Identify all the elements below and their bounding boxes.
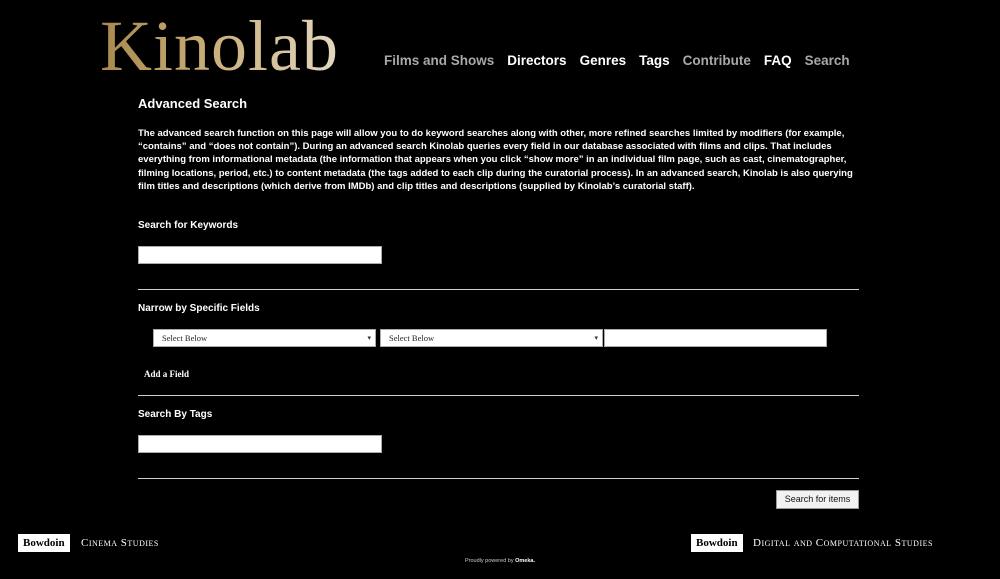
nav-tags[interactable]: Tags bbox=[639, 53, 670, 68]
nav-search[interactable]: Search bbox=[805, 53, 850, 68]
operator-select-value: Select Below bbox=[389, 333, 435, 343]
narrow-fields-label: Narrow by Specific Fields bbox=[138, 303, 260, 314]
bowdoin-logo-right[interactable]: Bowdoin bbox=[691, 534, 743, 552]
nav-genres[interactable]: Genres bbox=[580, 53, 627, 68]
field-value-input[interactable] bbox=[604, 329, 827, 347]
nav-contribute[interactable]: Contribute bbox=[683, 53, 751, 68]
field-select-value: Select Below bbox=[162, 333, 208, 343]
page-title: Advanced Search bbox=[138, 96, 248, 111]
powered-by-text: Proudly powered by bbox=[464, 558, 514, 564]
site-logo[interactable]: Kinolab bbox=[100, 8, 339, 84]
tags-label: Search By Tags bbox=[138, 409, 213, 420]
tags-input[interactable] bbox=[138, 435, 382, 453]
search-items-button[interactable]: Search for items bbox=[776, 490, 859, 509]
dcs-link[interactable]: Digital and Computational Studies bbox=[753, 537, 933, 549]
nav-directors[interactable]: Directors bbox=[507, 53, 566, 68]
divider bbox=[138, 478, 859, 479]
keywords-label: Search for Keywords bbox=[138, 220, 239, 231]
divider bbox=[138, 289, 859, 290]
chevron-down-icon: ▾ bbox=[594, 334, 598, 342]
nav-films-and-shows[interactable]: Films and Shows bbox=[384, 53, 494, 68]
add-field-button[interactable]: Add a Field bbox=[144, 369, 189, 379]
cinema-studies-link[interactable]: Cinema Studies bbox=[81, 537, 159, 549]
main-nav: Films and Shows Directors Genres Tags Co… bbox=[384, 53, 863, 68]
divider bbox=[138, 395, 859, 396]
bowdoin-logo-left[interactable]: Bowdoin bbox=[18, 534, 70, 552]
field-select[interactable]: Select Below ▾ bbox=[153, 329, 376, 347]
keywords-input[interactable] bbox=[138, 246, 382, 264]
powered-by: Proudly powered by Omeka. bbox=[0, 558, 1000, 564]
nav-faq[interactable]: FAQ bbox=[764, 53, 792, 68]
chevron-down-icon: ▾ bbox=[367, 334, 371, 342]
omeka-link[interactable]: Omeka. bbox=[515, 558, 535, 564]
intro-paragraph: The advanced search function on this pag… bbox=[138, 128, 853, 192]
operator-select[interactable]: Select Below ▾ bbox=[380, 329, 603, 347]
